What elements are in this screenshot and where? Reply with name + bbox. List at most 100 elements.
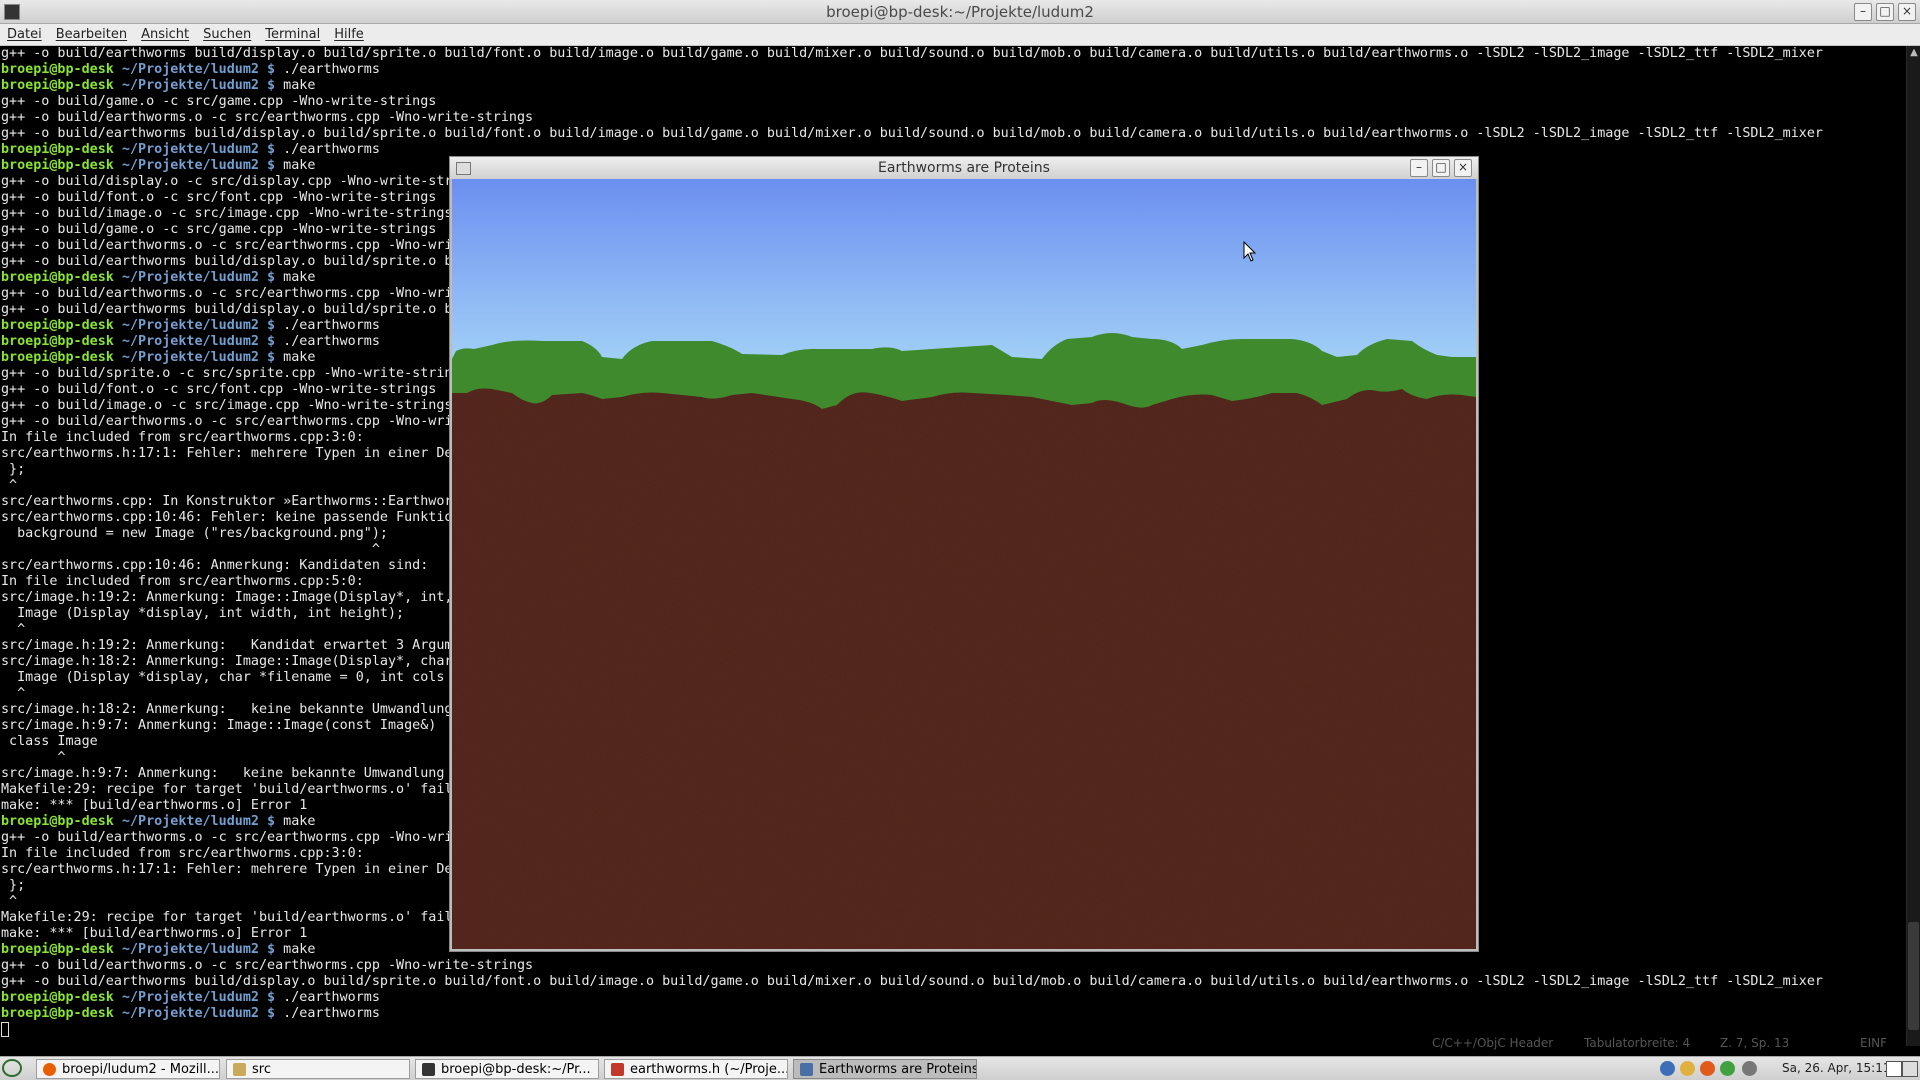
- window-icon: [800, 1062, 813, 1076]
- prompt-command: ./earthworms: [275, 62, 380, 77]
- terminal-line: g++ -o build/game.o -c src/game.cpp -Wno…: [1, 222, 437, 237]
- terminal-line: src/image.h:18:2: Anmerkung: Image::Imag…: [1, 654, 453, 669]
- menu-hilfe[interactable]: Hilfe: [327, 27, 371, 42]
- window-title: broepi@bp-desk:~/Projekte/ludum2: [826, 3, 1094, 21]
- terminal-line: g++ -o build/earthworms.o -c src/earthwo…: [1, 110, 534, 125]
- prompt-command: ./earthworms: [275, 990, 380, 1005]
- terminal-line: In file included from src/earthworms.cpp…: [1, 574, 364, 589]
- game-close-button[interactable]: ×: [1454, 159, 1472, 177]
- terminal-title-bar[interactable]: broepi@bp-desk:~/Projekte/ludum2 – □ ×: [0, 0, 1920, 24]
- close-button[interactable]: ×: [1898, 3, 1916, 21]
- terminal-prompt-line: broepi@bp-desk ~/Projekte/ludum2 $ ./ear…: [1, 334, 380, 350]
- terminal-line: In file included from src/earthworms.cpp…: [1, 846, 364, 861]
- terminal-prompt-line: broepi@bp-desk ~/Projekte/ludum2 $ ./ear…: [1, 990, 380, 1006]
- menu-ansicht[interactable]: Ansicht: [134, 27, 196, 42]
- terminal-prompt-line: broepi@bp-desk ~/Projekte/ludum2 $ make: [1, 270, 315, 286]
- terminal-line: g++ -o build/sprite.o -c src/sprite.cpp …: [1, 366, 453, 381]
- game-maximize-button[interactable]: □: [1432, 159, 1450, 177]
- game-canvas[interactable]: [452, 179, 1476, 949]
- taskbar-item-folder[interactable]: src: [226, 1059, 410, 1079]
- prompt-user: broepi@bp-desk: [1, 334, 114, 349]
- firefox-icon: [43, 1062, 56, 1076]
- maximize-button[interactable]: □: [1876, 3, 1894, 21]
- taskbar-item-terminal[interactable]: broepi@bp-desk:~/Pr...: [415, 1059, 599, 1079]
- prompt-user: broepi@bp-desk: [1, 318, 114, 333]
- prompt-command: ./earthworms: [275, 318, 380, 333]
- prompt-dir: ~/Projekte/ludum2 $: [113, 1006, 276, 1021]
- alert-icon[interactable]: [1700, 1061, 1715, 1076]
- taskbar-item-firefox[interactable]: broepi/ludum2 - Mozill...: [36, 1059, 220, 1079]
- text-editor-icon: [611, 1062, 624, 1076]
- prompt-command: ./earthworms: [275, 1006, 380, 1021]
- taskbar-item-editor[interactable]: earthworms.h (~/Proje...: [604, 1059, 788, 1079]
- clock[interactable]: Sa, 26. Apr, 15:11: [1782, 1061, 1890, 1075]
- terminal-line: ^: [1, 686, 26, 701]
- terminal-line: g++ -o build/display.o -c src/display.cp…: [1, 174, 453, 189]
- taskbar-item-game[interactable]: Earthworms are Proteins: [793, 1059, 977, 1079]
- terminal-line: g++ -o build/earthworms build/display.o …: [1, 46, 1823, 61]
- start-menu-icon[interactable]: [2, 1059, 22, 1077]
- terminal-app-icon: [4, 4, 20, 20]
- terminal-line: g++ -o build/font.o -c src/font.cpp -Wno…: [1, 382, 437, 397]
- terminal-line: g++ -o build/font.o -c src/font.cpp -Wno…: [1, 190, 437, 205]
- terminal-prompt-line: broepi@bp-desk ~/Projekte/ludum2 $ make: [1, 78, 315, 94]
- game-title-bar[interactable]: Earthworms are Proteins – □ ×: [450, 157, 1478, 179]
- terminal-line: g++ -o build/image.o -c src/image.cpp -W…: [1, 206, 453, 221]
- language-indicator[interactable]: C/C++/ObjC Header: [1432, 1036, 1553, 1050]
- terminal-prompt-line: broepi@bp-desk ~/Projekte/ludum2 $ make: [1, 158, 315, 174]
- prompt-dir: ~/Projekte/ludum2 $: [113, 814, 276, 829]
- terminal-prompt-line: broepi@bp-desk ~/Projekte/ludum2 $ make: [1, 814, 315, 830]
- update-notifier-icon[interactable]: [1680, 1061, 1695, 1076]
- terminal-line: };: [1, 462, 26, 477]
- editor-status-bar: C/C++/ObjC Header Tabulatorbreite: 4 Z. …: [0, 1031, 1906, 1056]
- terminal-line: g++ -o build/earthworms build/display.o …: [1, 126, 1823, 141]
- terminal-line: ^: [1, 622, 26, 637]
- game-minimize-button[interactable]: –: [1410, 159, 1428, 177]
- prompt-user: broepi@bp-desk: [1, 350, 114, 365]
- workspace-switcher-icon[interactable]: [1902, 1061, 1918, 1077]
- prompt-dir: ~/Projekte/ludum2 $: [113, 78, 276, 93]
- prompt-command: make: [275, 350, 316, 365]
- terminal-line: make: *** [build/earthworms.o] Error 1: [1, 798, 308, 813]
- menu-datei[interactable]: Datei: [0, 27, 49, 42]
- show-desktop-icon[interactable]: [1886, 1061, 1902, 1077]
- scroll-up-icon[interactable]: ▲: [1907, 46, 1920, 60]
- tab-width-indicator[interactable]: Tabulatorbreite: 4: [1584, 1036, 1690, 1050]
- prompt-user: broepi@bp-desk: [1, 270, 114, 285]
- terminal-prompt-line: broepi@bp-desk ~/Projekte/ludum2 $ make: [1, 942, 315, 958]
- menu-bearbeiten[interactable]: Bearbeiten: [49, 27, 134, 42]
- terminal-line: g++ -o build/earthworms.o -c src/earthwo…: [1, 830, 453, 845]
- terminal-line: src/image.h:9:7: Anmerkung: keine bekann…: [1, 766, 445, 781]
- terminal-line: g++ -o build/earthworms.o -c src/earthwo…: [1, 414, 453, 429]
- terminal-line: Image (Display *display, int width, int …: [1, 606, 405, 621]
- menu-terminal[interactable]: Terminal: [258, 27, 327, 42]
- network-icon[interactable]: [1720, 1061, 1735, 1076]
- prompt-command: make: [275, 942, 316, 957]
- cursor-position: Z. 7, Sp. 13: [1720, 1036, 1790, 1050]
- terminal-line: src/earthworms.cpp: In Konstruktor »Eart…: [1, 494, 453, 509]
- game-scene: [452, 179, 1476, 949]
- terminal-line: g++ -o build/game.o -c src/game.cpp -Wno…: [1, 94, 437, 109]
- prompt-dir: ~/Projekte/ludum2 $: [113, 270, 276, 285]
- scrollbar-thumb[interactable]: [1908, 922, 1919, 1030]
- terminal-prompt-line: broepi@bp-desk ~/Projekte/ludum2 $ ./ear…: [1, 62, 380, 78]
- terminal-scrollbar[interactable]: ▲: [1906, 46, 1920, 1046]
- terminal-prompt-line: broepi@bp-desk ~/Projekte/ludum2 $ ./ear…: [1, 318, 380, 334]
- terminal-line: ^: [1, 542, 380, 557]
- prompt-dir: ~/Projekte/ludum2 $: [113, 142, 276, 157]
- minimize-button[interactable]: –: [1854, 3, 1872, 21]
- bluetooth-icon[interactable]: [1660, 1061, 1675, 1076]
- prompt-command: make: [275, 78, 316, 93]
- terminal-prompt-line: broepi@bp-desk ~/Projekte/ludum2 $ ./ear…: [1, 1006, 380, 1022]
- prompt-user: broepi@bp-desk: [1, 62, 114, 77]
- game-window[interactable]: Earthworms are Proteins – □ ×: [449, 156, 1479, 952]
- game-window-icon: [456, 162, 471, 175]
- terminal-line: ^: [1, 750, 66, 765]
- terminal-prompt-line: broepi@bp-desk ~/Projekte/ludum2 $ make: [1, 350, 315, 366]
- terminal-line: background = new Image ("res/background.…: [1, 526, 388, 541]
- terminal-line: g++ -o build/earthworms.o -c src/earthwo…: [1, 958, 534, 973]
- volume-icon[interactable]: [1742, 1061, 1757, 1076]
- menu-suchen[interactable]: Suchen: [196, 27, 258, 42]
- terminal-line: Makefile:29: recipe for target 'build/ea…: [1, 910, 453, 925]
- folder-icon: [233, 1062, 246, 1076]
